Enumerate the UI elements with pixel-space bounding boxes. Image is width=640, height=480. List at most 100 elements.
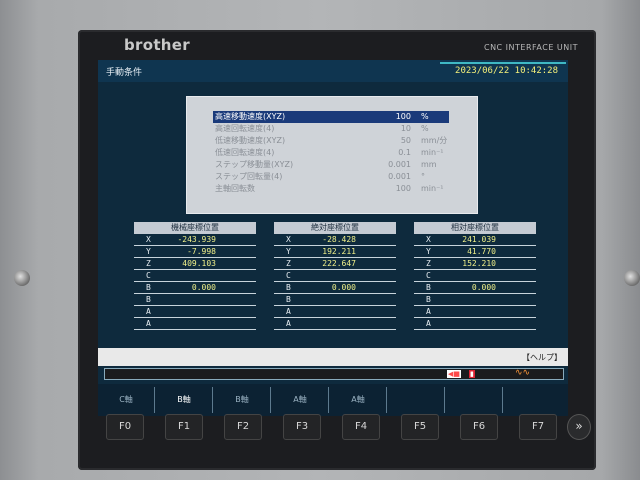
condition-value: 50: [400, 136, 411, 145]
coord-row: Y 192.211: [274, 246, 396, 258]
axis-label: A: [286, 307, 291, 316]
condition-row[interactable]: 低速移動速度(XYZ) 50 mm/分: [213, 135, 449, 147]
softkey-5[interactable]: A軸: [330, 387, 387, 413]
axis-value: -28.428: [322, 235, 356, 244]
f0-key[interactable]: F0: [106, 414, 144, 440]
condition-value: 0.1: [398, 148, 411, 157]
coord-row: B: [414, 294, 536, 306]
title-bar: 手動条件 2023/06/22 10:42:28: [98, 60, 568, 82]
condition-value: 100: [395, 184, 411, 193]
status-indicator-strip: ◀■ ▮ ∿∿: [104, 368, 564, 380]
axis-label: X: [286, 235, 291, 244]
coord-row: C: [414, 270, 536, 282]
axis-label: B: [286, 283, 291, 292]
axis-value: 409.103: [182, 259, 216, 268]
coord-row: A: [134, 306, 256, 318]
condition-row[interactable]: 低速回転速度(4) 0.1 min⁻¹: [213, 147, 449, 159]
axis-label: A: [146, 319, 151, 328]
condition-row[interactable]: 高速回転速度(4) 10 %: [213, 123, 449, 135]
f4-key[interactable]: F4: [342, 414, 380, 440]
axis-value: -7.998: [187, 247, 216, 256]
next-page-button[interactable]: »: [567, 414, 591, 440]
unit-label: CNC INTERFACE UNIT: [483, 43, 578, 52]
mode-icon: ▮: [469, 370, 475, 378]
condition-label: 高速回転速度(4): [215, 124, 275, 133]
axis-label: Y: [146, 247, 151, 256]
axis-label: Y: [426, 247, 431, 256]
coord-row: Z 409.103: [134, 258, 256, 270]
axis-label: Z: [426, 259, 431, 268]
condition-unit: min⁻¹: [421, 184, 444, 193]
f7-key[interactable]: F7: [519, 414, 557, 440]
f6-key[interactable]: F6: [460, 414, 498, 440]
header-accent-line: [440, 62, 566, 64]
softkey-1[interactable]: C軸: [98, 387, 155, 413]
axis-label: A: [286, 319, 291, 328]
screw-right: [624, 270, 640, 286]
f1-key[interactable]: F1: [165, 414, 203, 440]
condition-row[interactable]: ステップ回転量(4) 0.001 °: [213, 171, 449, 183]
condition-label: ステップ移動量(XYZ): [215, 160, 294, 169]
spindle-wave-icon: ∿∿: [515, 368, 531, 378]
axis-label: X: [146, 235, 151, 244]
axis-label: A: [146, 307, 151, 316]
cnc-screen: 手動条件 2023/06/22 10:42:28 高速移動速度(XYZ) 100…: [98, 60, 568, 416]
condition-row[interactable]: ステップ移動量(XYZ) 0.001 mm: [213, 159, 449, 171]
coord-row: Z 222.647: [274, 258, 396, 270]
coord-title: 絶対座標位置: [274, 222, 396, 234]
condition-value: 10: [400, 124, 411, 133]
softkey-4[interactable]: A軸: [272, 387, 329, 413]
coord-row: B 0.000: [134, 282, 256, 294]
f2-key[interactable]: F2: [224, 414, 262, 440]
relative-coordinates: 相対座標位置 X 241.039 Y 41.770 Z 152.210 C B 0.00…: [414, 222, 536, 330]
f3-key[interactable]: F3: [283, 414, 321, 440]
axis-value: 0.000: [331, 283, 356, 292]
axis-label: X: [426, 235, 431, 244]
axis-label: A: [426, 307, 431, 316]
axis-value: 222.647: [322, 259, 356, 268]
coord-row: B: [274, 294, 396, 306]
axis-label: B: [146, 283, 151, 292]
axis-value: 152.210: [462, 259, 496, 268]
axis-label: B: [286, 295, 291, 304]
condition-row[interactable]: 主軸回転数 100 min⁻¹: [213, 183, 449, 195]
axis-label: A: [426, 319, 431, 328]
coord-row: X 241.039: [414, 234, 536, 246]
condition-unit: %: [421, 124, 429, 133]
tool-status-icon: ◀■: [447, 370, 461, 378]
coord-row: B: [134, 294, 256, 306]
axis-label: Y: [286, 247, 291, 256]
axis-label: B: [426, 283, 431, 292]
softkey-bar: C軸 B軸 B軸 A軸 A軸: [98, 384, 568, 416]
condition-unit: min⁻¹: [421, 148, 444, 157]
axis-label: C: [146, 271, 151, 280]
condition-label: 低速移動速度(XYZ): [215, 136, 286, 145]
condition-row[interactable]: 高速移動速度(XYZ) 100 %: [213, 111, 449, 123]
coord-row: Y -7.998: [134, 246, 256, 258]
softkey-7[interactable]: [446, 387, 503, 413]
axis-value: 241.039: [462, 235, 496, 244]
absolute-coordinates: 絶対座標位置 X -28.428 Y 192.211 Z 222.647 C B 0.0…: [274, 222, 396, 330]
coord-row: Y 41.770: [414, 246, 536, 258]
condition-label: 主軸回転数: [215, 184, 255, 193]
softkey-8[interactable]: [504, 387, 560, 413]
softkey-2[interactable]: B軸: [156, 387, 213, 413]
axis-value: 0.000: [191, 283, 216, 292]
f5-key[interactable]: F5: [401, 414, 439, 440]
axis-label: C: [426, 271, 431, 280]
axis-label: Z: [146, 259, 151, 268]
condition-value: 100: [395, 112, 411, 121]
softkey-6[interactable]: [388, 387, 445, 413]
axis-value: -243.939: [177, 235, 216, 244]
axis-value: 192.211: [322, 247, 356, 256]
help-button[interactable]: 【ヘルプ】: [522, 352, 562, 363]
axis-label: B: [426, 295, 431, 304]
softkey-3[interactable]: B軸: [214, 387, 271, 413]
condition-unit: °: [421, 172, 425, 181]
condition-unit: mm/分: [421, 136, 448, 145]
coord-title: 機械座標位置: [134, 222, 256, 234]
condition-label: 高速移動速度(XYZ): [215, 112, 286, 121]
condition-value: 0.001: [388, 160, 411, 169]
machine-coordinates: 機械座標位置 X -243.939 Y -7.998 Z 409.103 C B 0.0…: [134, 222, 256, 330]
coord-row: Z 152.210: [414, 258, 536, 270]
